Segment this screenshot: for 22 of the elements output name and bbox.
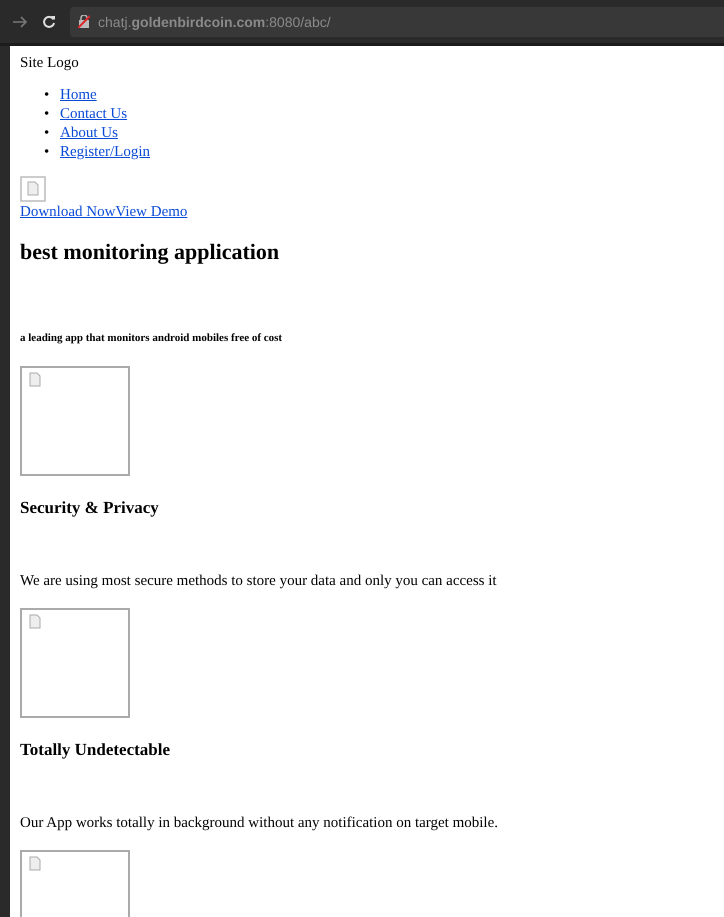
insecure-lock-icon <box>78 15 90 28</box>
bullet: • <box>44 143 50 162</box>
nav-link[interactable]: About Us <box>60 125 118 141</box>
feature-text: We are using most secure methods to store your data and only you can access it <box>20 573 498 590</box>
feature-text: Our App works totally in background without any notification on target mobile. <box>20 815 499 832</box>
url-text: chatj.goldenbirdcoin.com:8080/abc/ <box>98 14 331 30</box>
reload-icon[interactable] <box>42 14 56 28</box>
feature-title: Security & Privacy <box>20 498 160 518</box>
page-heading: best monitoring application <box>20 239 280 265</box>
forward-arrow-icon[interactable] <box>12 16 28 28</box>
tagline: a leading app that monitors android mobiles free of cost <box>20 332 284 344</box>
broken-image-icon <box>20 176 46 202</box>
site-logo: Site Logo <box>20 54 80 72</box>
bullet: • <box>44 105 50 124</box>
feature-title: Totally Undetectable <box>20 740 172 760</box>
bullet: • <box>44 124 50 143</box>
nav-link[interactable]: Register/Login <box>60 144 150 160</box>
cta-link[interactable]: View Demo <box>115 204 188 220</box>
bullet: • <box>44 86 50 105</box>
nav-link[interactable]: Contact Us <box>60 106 128 122</box>
cta-link[interactable]: Download Now <box>20 204 116 220</box>
nav-link[interactable]: Home <box>60 87 97 103</box>
